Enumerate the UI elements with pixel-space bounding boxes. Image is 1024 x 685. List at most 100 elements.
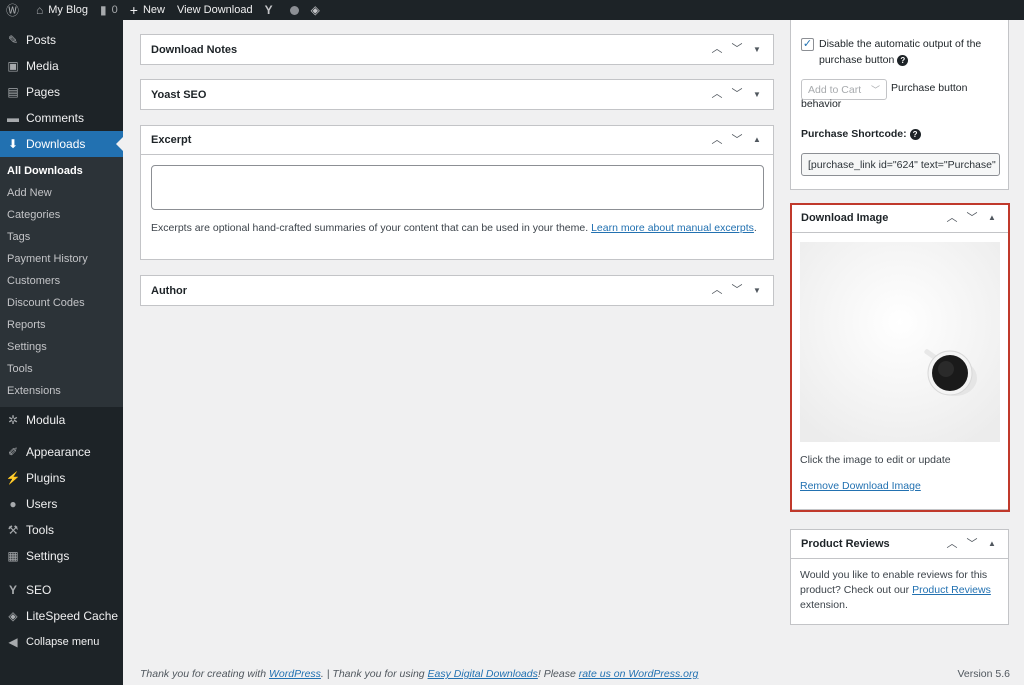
reviews-text-after: extension. — [800, 599, 848, 611]
yoast-menu[interactable]: Y — [259, 0, 284, 20]
submenu-payment-history[interactable]: Payment History — [0, 248, 123, 270]
sidebar-item-pages[interactable]: ▤ Pages — [0, 79, 123, 105]
move-up-icon[interactable]: ︿ — [707, 44, 727, 55]
new-label: New — [142, 4, 165, 16]
toggle-up-icon[interactable]: ▲ — [747, 136, 767, 144]
sidebar-item-media[interactable]: ▣ Media — [0, 53, 123, 79]
submenu-extensions[interactable]: Extensions — [0, 380, 123, 402]
toggle-down-icon[interactable]: ▼ — [747, 90, 767, 99]
sidebar-item-settings[interactable]: ▦ Settings — [0, 543, 123, 569]
site-name-menu[interactable]: ⌂ My Blog — [30, 0, 94, 20]
move-down-icon[interactable]: ﹀ — [727, 89, 747, 100]
download-notes-box: Download Notes ︿ ﹀ ▼ — [140, 34, 774, 65]
sidebar-item-downloads[interactable]: ⬇ Downloads — [0, 131, 123, 157]
view-download-link[interactable]: View Download — [171, 0, 259, 20]
collapse-menu-button[interactable]: ◀ Collapse menu — [0, 629, 123, 655]
sidebar-item-label: LiteSpeed Cache — [26, 609, 119, 623]
sidebar-item-label: Modula — [26, 413, 66, 427]
sidebar-item-posts[interactable]: ✎ Posts — [0, 27, 123, 53]
help-icon[interactable]: ? — [909, 128, 921, 140]
litespeed-menu[interactable]: ◈ — [305, 0, 331, 20]
postbox-header[interactable]: Product Reviews ︿ ﹀ ▲ — [791, 530, 1008, 559]
sidebar-item-modula[interactable]: ✲ Modula — [0, 407, 123, 433]
version-text: Version 5.6 — [957, 668, 1010, 680]
toggle-down-icon[interactable]: ▼ — [747, 45, 767, 54]
disable-output-checkbox[interactable]: ✓ — [801, 38, 814, 51]
shortcode-field[interactable]: [purchase_link id="624" text="Purchase" … — [801, 153, 1000, 176]
admin-sidebar: ✎ Posts ▣ Media ▤ Pages ▬ Comments ⬇ Dow… — [0, 20, 123, 685]
diamond-icon: ◈ — [310, 3, 320, 17]
toggle-up-icon[interactable]: ▲ — [982, 540, 1002, 548]
move-up-icon[interactable]: ︿ — [707, 134, 727, 146]
postbox-title: Product Reviews — [801, 538, 890, 550]
excerpt-learn-more-link[interactable]: Learn more about manual excerpts — [591, 222, 754, 234]
postbox-header[interactable]: Author ︿ ﹀ ▼ — [141, 276, 773, 305]
brush-icon: ✐ — [7, 445, 19, 459]
move-down-icon[interactable]: ﹀ — [727, 134, 747, 146]
downloads-submenu: All Downloads Add New Categories Tags Pa… — [0, 157, 123, 407]
sidebar-item-plugins[interactable]: ⚡ Plugins — [0, 465, 123, 491]
excerpt-description-text: Excerpts are optional hand-crafted summa… — [151, 222, 592, 234]
sidebar-item-litespeed[interactable]: ◈ LiteSpeed Cache — [0, 603, 123, 629]
yoast-icon: Y — [8, 583, 17, 597]
move-down-icon[interactable]: ﹀ — [727, 44, 747, 55]
postbox-header[interactable]: Excerpt ︿ ﹀ ▲ — [141, 126, 773, 155]
postbox-header[interactable]: Yoast SEO ︿ ﹀ ▼ — [141, 80, 773, 109]
move-down-icon[interactable]: ﹀ — [962, 538, 982, 550]
sidebar-item-label: Plugins — [26, 471, 66, 485]
sidebar-item-comments[interactable]: ▬ Comments — [0, 105, 123, 131]
sidebar-item-label: Settings — [26, 549, 70, 563]
pin-icon: ✎ — [7, 33, 19, 47]
home-icon: ⌂ — [36, 3, 44, 17]
sidebar-item-tools[interactable]: ⚒ Tools — [0, 517, 123, 543]
author-box: Author ︿ ﹀ ▼ — [140, 275, 774, 306]
behavior-label: Purchase button behavior — [801, 82, 968, 110]
rate-us-link[interactable]: rate us on WordPress.org — [579, 668, 699, 680]
shortcode-label: Purchase Shortcode:? — [801, 126, 921, 142]
status-dot[interactable] — [284, 0, 305, 20]
submenu-add-new[interactable]: Add New — [0, 182, 123, 204]
new-content-menu[interactable]: + New — [124, 0, 171, 20]
wp-logo-menu[interactable]: Ⓦ — [0, 0, 30, 20]
comments-menu[interactable]: ▮ 0 — [94, 0, 124, 20]
admin-footer: Thank you for creating with WordPress. |… — [140, 668, 1010, 680]
submenu-tags[interactable]: Tags — [0, 226, 123, 248]
admin-bar: Ⓦ ⌂ My Blog ▮ 0 + New View Download Y ◈ — [0, 0, 1024, 20]
sidebar-item-label: Collapse menu — [26, 636, 100, 648]
sidebar-item-label: Appearance — [26, 445, 91, 459]
sidebar-item-appearance[interactable]: ✐ Appearance — [0, 439, 123, 465]
disable-output-label: Disable the automatic output of the purc… — [819, 36, 1007, 68]
move-up-icon[interactable]: ︿ — [707, 285, 727, 296]
users-icon: ● — [9, 497, 17, 511]
litespeed-icon: ◈ — [8, 609, 18, 623]
postbox-title: Excerpt — [151, 134, 192, 146]
move-down-icon[interactable]: ﹀ — [727, 285, 747, 296]
move-up-icon[interactable]: ︿ — [707, 89, 727, 100]
footer-text: Thank you for creating with — [140, 668, 269, 680]
sidebar-item-users[interactable]: ● Users — [0, 491, 123, 517]
wrench-icon: ⚒ — [7, 523, 19, 537]
submenu-all-downloads[interactable]: All Downloads — [0, 160, 123, 182]
sidebar-item-label: Downloads — [26, 137, 86, 151]
footer-thanks: Thank you for creating with WordPress. |… — [140, 668, 698, 680]
purchase-settings-box: ✓ Disable the automatic output of the pu… — [790, 20, 1009, 190]
collapse-icon: ◀ — [8, 635, 18, 649]
download-icon: ⬇ — [7, 137, 19, 151]
shortcode-label-text: Purchase Shortcode: — [801, 128, 907, 140]
submenu-tools[interactable]: Tools — [0, 358, 123, 380]
sidebar-item-seo[interactable]: Y SEO — [0, 577, 123, 603]
wordpress-link[interactable]: WordPress — [269, 668, 321, 680]
submenu-settings[interactable]: Settings — [0, 336, 123, 358]
help-icon[interactable]: ? — [897, 54, 909, 66]
plus-icon: + — [129, 2, 138, 18]
edd-link[interactable]: Easy Digital Downloads — [428, 668, 538, 680]
submenu-reports[interactable]: Reports — [0, 314, 123, 336]
excerpt-textarea[interactable] — [151, 165, 764, 210]
submenu-discount-codes[interactable]: Discount Codes — [0, 292, 123, 314]
toggle-down-icon[interactable]: ▼ — [747, 286, 767, 295]
move-up-icon[interactable]: ︿ — [942, 538, 962, 550]
postbox-header[interactable]: Download Notes ︿ ﹀ ▼ — [141, 35, 773, 64]
submenu-categories[interactable]: Categories — [0, 204, 123, 226]
submenu-customers[interactable]: Customers — [0, 270, 123, 292]
product-reviews-link[interactable]: Product Reviews — [912, 584, 991, 596]
